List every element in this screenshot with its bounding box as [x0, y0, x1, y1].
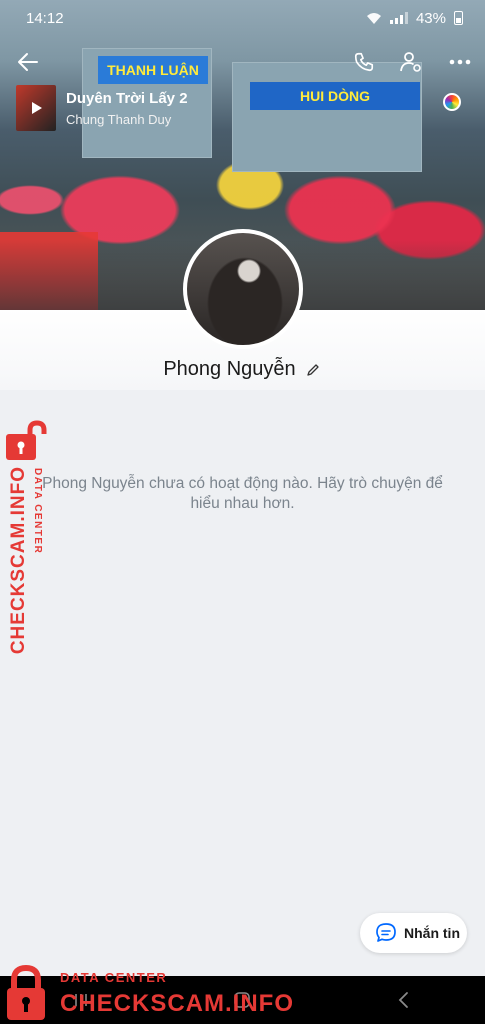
lock-icon	[7, 964, 45, 1020]
lock-icon	[6, 420, 47, 460]
chat-bubble-icon	[376, 923, 396, 942]
watermark-tagline-vertical: DATA CENTER	[32, 468, 43, 555]
top-nav	[0, 40, 485, 84]
status-bar: 14:12 43%	[0, 0, 485, 36]
theme-color-icon[interactable]	[443, 93, 461, 111]
more-dots-icon[interactable]	[446, 48, 474, 76]
music-cover[interactable]	[16, 85, 56, 131]
music-info: Duyên Trời Lấy 2 Chung Thanh Duy	[66, 90, 188, 127]
battery-icon	[454, 11, 463, 25]
empty-activity-message: Phong Nguyễn chưa có hoạt động nào. Hãy …	[42, 475, 443, 512]
chat-button-label: Nhắn tin	[404, 925, 460, 941]
back-arrow-icon[interactable]	[14, 48, 42, 76]
chat-button[interactable]: Nhắn tin	[360, 913, 467, 953]
back-button[interactable]	[384, 980, 424, 1020]
avatar[interactable]	[183, 229, 303, 349]
status-icons: 43%	[366, 10, 463, 27]
music-title: Duyên Trời Lấy 2	[66, 89, 188, 107]
status-time: 14:12	[26, 9, 64, 27]
user-settings-icon[interactable]	[397, 48, 425, 76]
back-chevron-icon	[398, 992, 409, 1008]
watermark-brand: CHECKSCAM.INFO	[60, 990, 294, 1017]
pencil-icon[interactable]	[304, 361, 322, 379]
battery-percent: 43%	[415, 9, 446, 27]
profile-music[interactable]: Duyên Trời Lấy 2 Chung Thanh Duy	[16, 82, 188, 134]
watermark-tagline: DATA CENTER	[60, 970, 168, 985]
wifi-icon	[366, 12, 381, 24]
music-artist: Chung Thanh Duy	[66, 111, 172, 127]
cover-sign: HUI DÒNG	[250, 82, 420, 110]
watermark-vertical: CHECKSCAM.INFO DATA CENTER	[2, 420, 56, 655]
play-icon[interactable]	[29, 101, 43, 115]
profile-name: Phong Nguyễn	[163, 358, 296, 380]
signal-icon	[389, 12, 408, 24]
watermark-brand-vertical: CHECKSCAM.INFO	[8, 466, 29, 655]
watermark-bottom: DATA CENTER CHECKSCAM.INFO	[0, 960, 300, 1024]
phone-icon[interactable]	[350, 48, 378, 76]
profile-name-row: Phong Nguyễn	[0, 358, 485, 381]
